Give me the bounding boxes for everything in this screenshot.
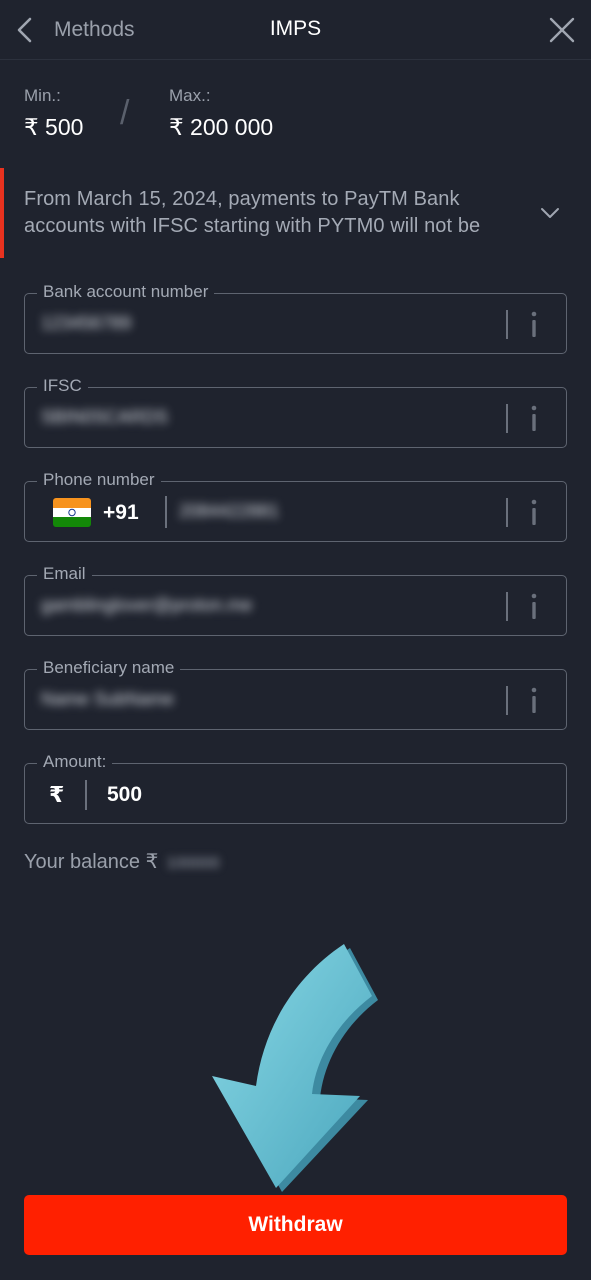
balance-label: Your balance ₹ [24,851,159,873]
amount-label: Amount: [37,752,113,772]
email-field[interactable]: Email gamblinglover@proton.me [24,564,567,636]
phone-label: Phone number [37,470,161,490]
country-code[interactable]: +91 [103,501,139,525]
info-icon[interactable] [528,402,540,434]
amount-field[interactable]: Amount: ₹ 500 [24,752,567,824]
pointer-arrow-icon [212,944,378,1192]
amount-input[interactable]: 500 [107,783,142,807]
bank-account-value: 123456789 [41,313,132,333]
phone-value: 2084422881 [179,501,280,521]
max-label: Max.: [169,86,211,105]
balance-value: 100000 [166,855,220,872]
info-icon[interactable] [528,308,540,340]
withdraw-button[interactable]: Withdraw [24,1195,567,1255]
chevron-down-icon[interactable] [539,202,561,224]
beneficiary-value: Name SubName [41,689,175,709]
max-value: ₹ 200 000 [169,114,274,140]
field-divider [506,686,508,715]
beneficiary-field[interactable]: Beneficiary name Name SubName [24,658,567,730]
min-value: ₹ 500 [24,114,84,140]
field-divider [506,498,508,527]
beneficiary-label: Beneficiary name [37,658,181,678]
currency-symbol: ₹ [49,782,65,807]
phone-field[interactable]: Phone number +91 2084422881 [24,470,567,542]
field-divider [506,404,508,433]
max-limit: Max.: ₹ 200 000 [169,86,273,141]
header: Methods IMPS [0,0,591,60]
email-value: gamblinglover@proton.me [41,595,253,615]
min-label: Min.: [24,86,61,105]
info-icon[interactable] [528,684,540,716]
notice-banner[interactable]: From March 15, 2024, payments to PayTM B… [0,168,591,258]
bank-account-field[interactable]: Bank account number 123456789 [24,282,567,354]
page-title: IMPS [269,17,322,40]
balance: Your balance ₹ 100000 [24,849,220,874]
field-divider [506,592,508,621]
phone-divider [165,496,167,528]
close-icon[interactable] [547,15,577,45]
ifsc-field[interactable]: IFSC SBIN0SCARDS [24,376,567,448]
info-icon[interactable] [528,496,540,528]
ifsc-label: IFSC [37,376,88,396]
india-flag-icon[interactable] [53,498,91,527]
info-icon[interactable] [528,590,540,622]
limit-separator: / [120,94,130,132]
amount-divider [85,780,87,810]
limits: Min.: ₹ 500 / Max.: ₹ 200 000 [24,86,567,146]
ifsc-value: SBIN0SCARDS [41,407,169,427]
email-label: Email [37,564,92,584]
field-divider [506,310,508,339]
notice-text: From March 15, 2024, payments to PayTM B… [24,188,481,237]
bank-account-label: Bank account number [37,282,215,302]
min-limit: Min.: ₹ 500 [24,86,83,141]
